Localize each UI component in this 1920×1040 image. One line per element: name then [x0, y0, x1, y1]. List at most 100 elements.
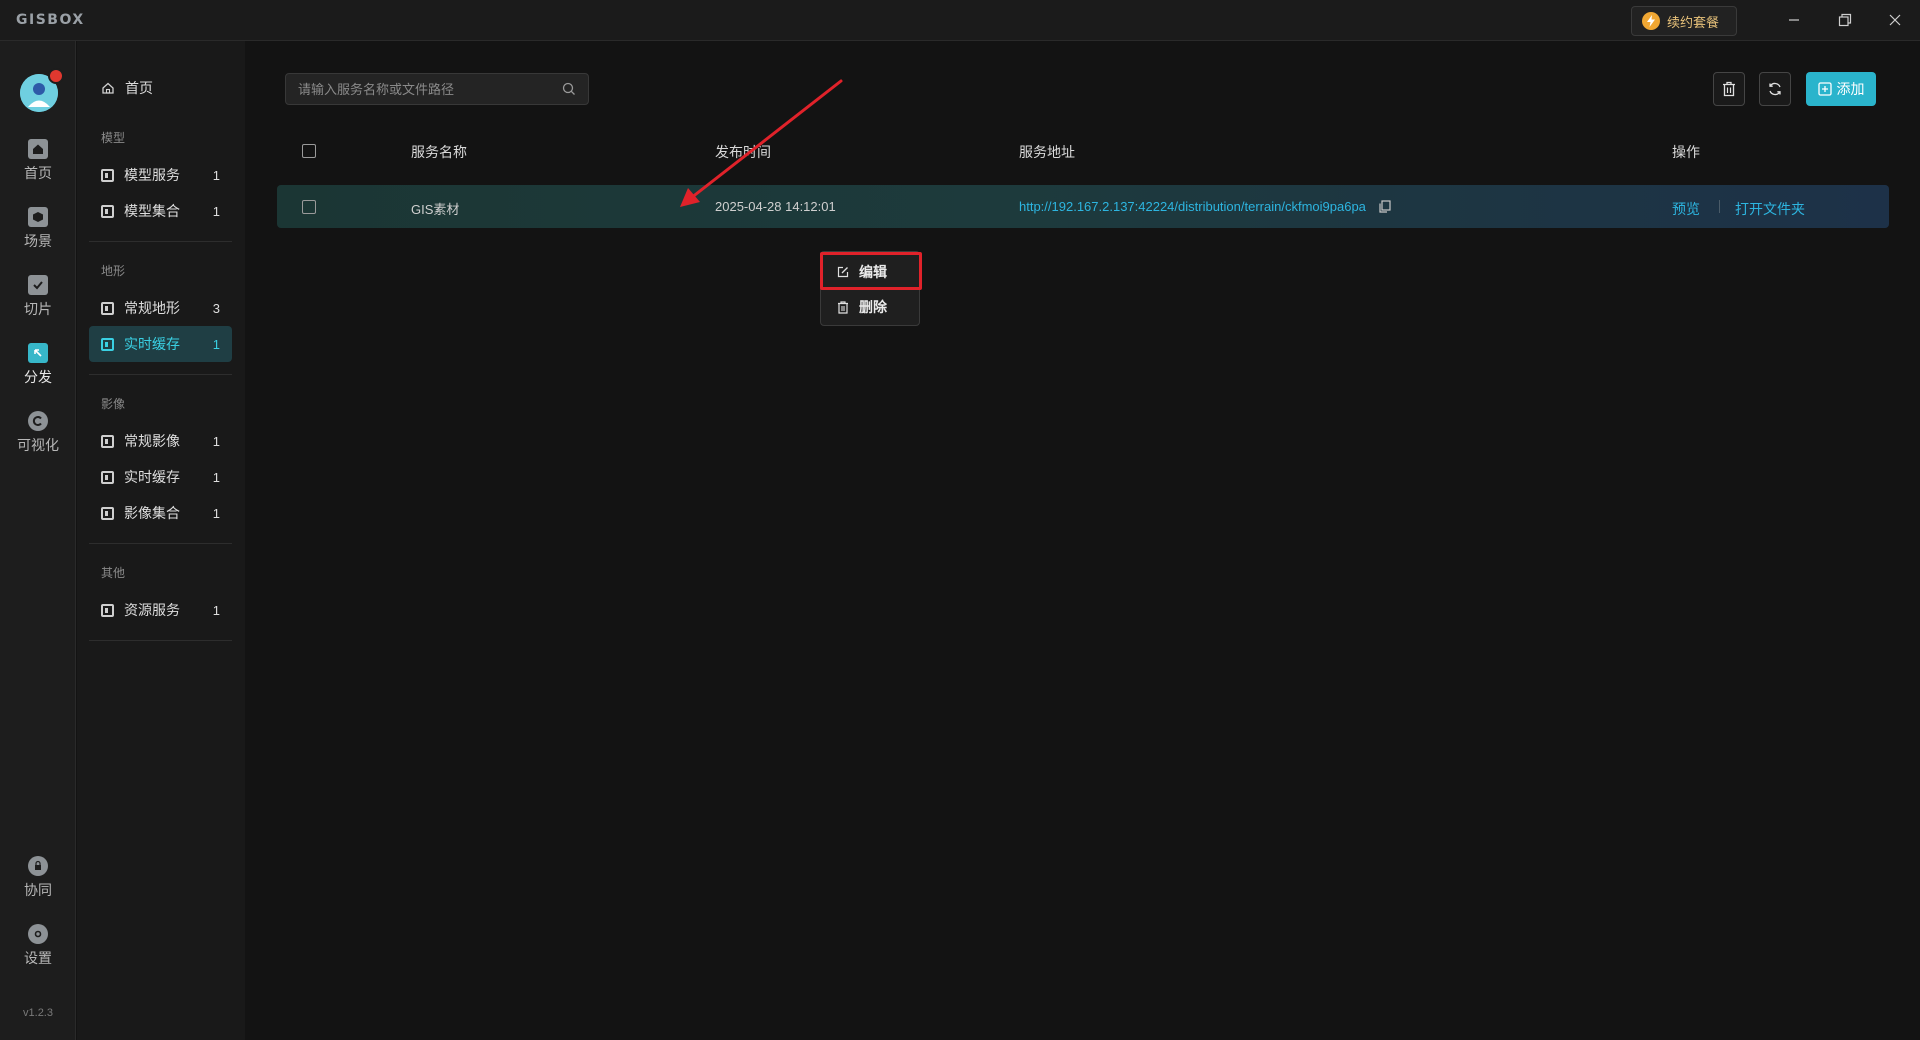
edit-menu-label: 编辑: [859, 264, 887, 280]
sidebar-item-label: 常规地形: [124, 300, 180, 316]
terrain-icon: [101, 301, 114, 315]
sidebar-item-terrain-realtime-cache[interactable]: 实时缓存 1: [89, 326, 232, 362]
sidebar-item-label: 实时缓存: [124, 469, 180, 485]
rail-item-visualize[interactable]: 可视化: [0, 411, 76, 469]
sidebar-item-home[interactable]: 首页: [101, 78, 153, 98]
sidebar-item-count: 1: [212, 505, 220, 521]
sidebar-item-count: 1: [212, 203, 220, 219]
preview-link[interactable]: 预览: [1672, 199, 1700, 219]
header-service-name: 服务名称: [411, 144, 467, 160]
batch-delete-button[interactable]: [1713, 72, 1745, 106]
restore-icon: [1838, 13, 1852, 27]
edit-icon: [837, 266, 849, 278]
sidebar-divider: [89, 640, 232, 641]
resource-service-icon: [101, 603, 114, 617]
terrain-cache-icon: [101, 337, 114, 351]
scene-icon: [28, 207, 48, 227]
sidebar-item-regular-terrain[interactable]: 常规地形 3: [89, 290, 232, 326]
search-box: [285, 73, 589, 105]
refresh-button[interactable]: [1759, 72, 1791, 106]
rail-label-tile: 切片: [24, 301, 52, 317]
delete-menu-label: 删除: [859, 299, 887, 315]
sidebar-home-label: 首页: [125, 80, 153, 96]
renew-plan-label: 续约套餐: [1667, 14, 1720, 30]
select-all-checkbox[interactable]: [302, 144, 316, 158]
tile-icon: [28, 275, 48, 295]
renew-plan-button[interactable]: 续约套餐: [1631, 6, 1737, 36]
rail-label-visualize: 可视化: [17, 437, 59, 453]
sidebar-item-count: 1: [212, 469, 220, 485]
add-icon: [1817, 82, 1832, 96]
rail-item-settings[interactable]: 设置: [0, 924, 76, 982]
edit-menu-item[interactable]: 编辑: [821, 255, 921, 289]
sidebar-item-label: 模型服务: [124, 167, 180, 183]
row-checkbox[interactable]: [302, 200, 316, 214]
imagery-collection-icon: [101, 506, 114, 520]
search-input[interactable]: [298, 81, 562, 97]
home-outline-icon: [102, 82, 114, 94]
rail-label-home: 首页: [24, 165, 52, 181]
section-title-imagery: 影像: [101, 397, 126, 411]
rail-item-scene[interactable]: 场景: [0, 207, 76, 265]
add-button-label: 添加: [1836, 81, 1865, 97]
section-title-terrain: 地形: [101, 264, 126, 278]
add-button[interactable]: 添加: [1806, 72, 1876, 106]
model-service-icon: [101, 168, 114, 182]
trash-icon: [1723, 81, 1735, 97]
rail-item-distribute[interactable]: 分发: [0, 343, 76, 401]
settings-icon: [28, 924, 48, 944]
sidebar-item-label: 常规影像: [124, 433, 180, 449]
sidebar-item-label: 实时缓存: [124, 336, 180, 352]
sidebar-item-imagery-collection[interactable]: 影像集合 1: [89, 495, 232, 531]
avatar[interactable]: [20, 68, 64, 112]
version-label: v1.2.3: [23, 1007, 53, 1019]
sidebar-item-label: 资源服务: [124, 602, 180, 618]
refresh-icon: [1769, 82, 1781, 96]
sidebar-divider: [89, 543, 232, 544]
imagery-cache-icon: [101, 470, 114, 484]
copy-icon[interactable]: [1379, 200, 1391, 213]
delete-icon: [838, 300, 848, 314]
rail-item-tile[interactable]: 切片: [0, 275, 76, 333]
rail-label-distribute: 分发: [24, 369, 52, 385]
category-sidebar: 首页 模型 模型服务 1 模型集合 1 地形 常规地形 3 实时缓存 1 影像 …: [77, 41, 245, 1040]
sidebar-item-count: 1: [212, 602, 220, 618]
title-bar: GISBOX 续约套餐: [0, 0, 1920, 41]
main-content: 添加 服务名称 发布时间 服务地址 操作 GIS素材 2025-04-28 14…: [245, 41, 1920, 1040]
sidebar-item-resource-service[interactable]: 资源服务 1: [89, 592, 232, 628]
header-service-address: 服务地址: [1019, 144, 1075, 160]
open-folder-link[interactable]: 打开文件夹: [1735, 199, 1805, 219]
sidebar-item-imagery-realtime-cache[interactable]: 实时缓存 1: [89, 459, 232, 495]
close-button[interactable]: [1881, 8, 1909, 32]
minimize-button[interactable]: [1780, 8, 1808, 32]
close-icon: [1889, 14, 1901, 26]
action-separator: [1719, 200, 1720, 213]
table-row[interactable]: GIS素材 2025-04-28 14:12:01 http://192.167…: [277, 185, 1889, 228]
delete-menu-item[interactable]: 删除: [821, 290, 921, 324]
rail-item-home[interactable]: 首页: [0, 139, 76, 197]
rail-item-collab[interactable]: 协同: [0, 856, 76, 914]
service-address-link[interactable]: http://192.167.2.137:42224/distribution/…: [1019, 199, 1366, 214]
sidebar-item-count: 1: [212, 433, 220, 449]
sidebar-item-label: 影像集合: [124, 505, 180, 521]
rail-label-scene: 场景: [24, 233, 52, 249]
restore-button[interactable]: [1831, 8, 1859, 32]
app-logo: GISBOX: [16, 12, 85, 28]
sidebar-item-count: 1: [212, 167, 220, 183]
search-icon[interactable]: [562, 82, 576, 96]
icon-rail: 首页 场景 切片 分发 可视化 协同 设置 v1.2.3: [0, 41, 76, 1040]
sidebar-item-model-collection[interactable]: 模型集合 1: [89, 193, 232, 229]
sidebar-item-label: 模型集合: [124, 203, 180, 219]
notification-badge: [48, 68, 64, 84]
sidebar-item-count: 3: [212, 300, 220, 316]
lightning-icon: [1642, 12, 1660, 30]
sidebar-item-model-service[interactable]: 模型服务 1: [89, 157, 232, 193]
rail-label-settings: 设置: [24, 950, 52, 966]
rail-label-collab: 协同: [24, 882, 52, 898]
section-title-other: 其他: [101, 566, 126, 580]
sidebar-item-regular-imagery[interactable]: 常规影像 1: [89, 423, 232, 459]
visualize-icon: [28, 411, 48, 431]
collab-icon: [28, 856, 48, 876]
header-actions: 操作: [1672, 144, 1700, 160]
cell-service-name: GIS素材: [411, 202, 460, 217]
